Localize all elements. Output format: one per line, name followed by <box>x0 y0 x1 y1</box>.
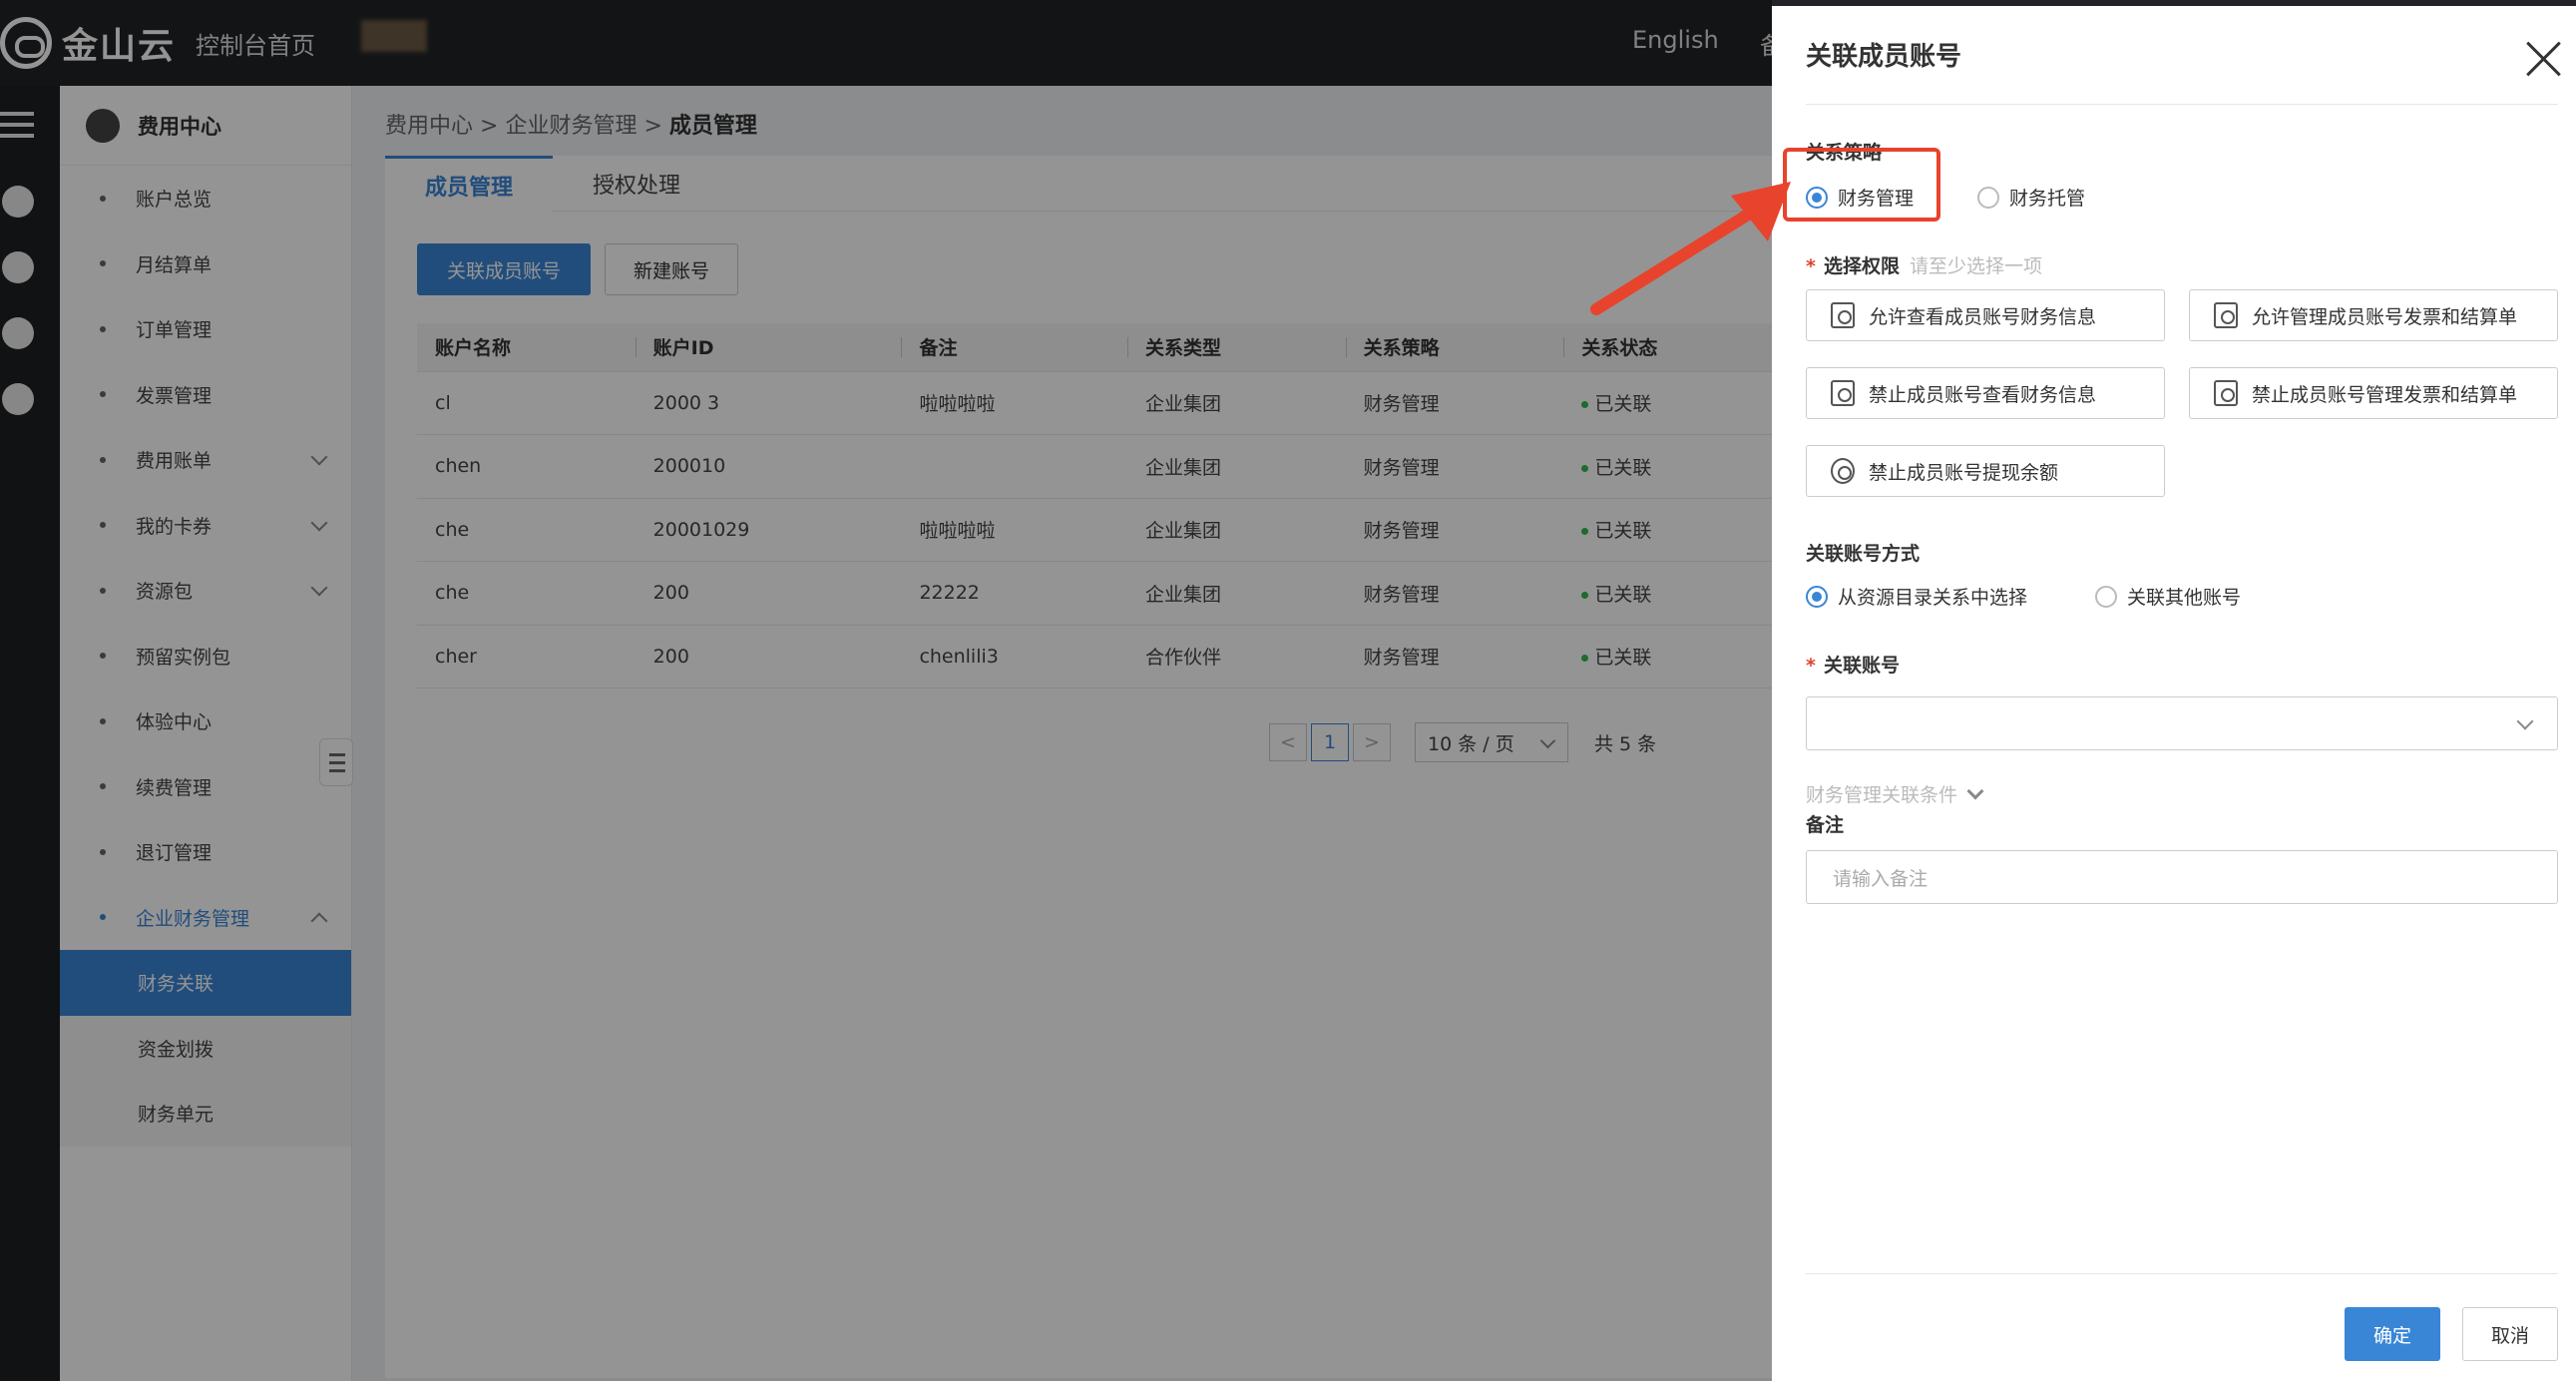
receipt-icon <box>2214 302 2238 328</box>
withdraw-icon <box>1831 458 1855 484</box>
permission-hint: 请至少选择一项 <box>1909 255 2042 277</box>
radio-unchecked-icon <box>1977 186 1999 209</box>
chevron-down-icon <box>1966 782 1984 800</box>
radio-unchecked-icon <box>2095 585 2117 608</box>
blocked-document-icon <box>1831 380 1855 406</box>
modal-overlay[interactable] <box>0 0 1772 1381</box>
blocked-receipt-icon <box>2214 380 2238 406</box>
account-label: * 关联账号 <box>1806 655 1900 677</box>
link-method-radio-directory[interactable]: 从资源目录关系中选择 <box>1806 583 2027 610</box>
divider <box>1806 1273 2558 1274</box>
permission-deny-manage-invoice[interactable]: 禁止成员账号管理发票和结算单 <box>2189 367 2558 419</box>
search-document-icon <box>1831 302 1855 328</box>
condition-toggle[interactable]: 财务管理关联条件 <box>1806 780 1984 807</box>
link-method-radio-other[interactable]: 关联其他账号 <box>2095 583 2241 610</box>
remark-label: 备注 <box>1806 814 1845 836</box>
account-select[interactable] <box>1806 696 2558 750</box>
confirm-button[interactable]: 确定 <box>2345 1307 2440 1361</box>
required-asterisk: * <box>1806 655 1816 677</box>
cancel-button[interactable]: 取消 <box>2462 1307 2558 1361</box>
close-icon[interactable] <box>2524 40 2562 78</box>
radio-checked-icon <box>1806 585 1828 608</box>
permission-deny-withdraw[interactable]: 禁止成员账号提现余额 <box>1806 445 2165 497</box>
strategy-radio-finance-custody[interactable]: 财务托管 <box>1977 184 2085 211</box>
divider <box>1806 104 2558 105</box>
annotation-highlight-box <box>1783 148 1940 222</box>
annotation-arrow-icon <box>1590 182 1791 315</box>
permission-label: * 选择权限 请至少选择一项 <box>1806 255 2042 277</box>
drawer-title: 关联成员账号 <box>1806 42 1962 72</box>
permission-deny-view-finance[interactable]: 禁止成员账号查看财务信息 <box>1806 367 2165 419</box>
required-asterisk: * <box>1806 255 1816 277</box>
permission-allow-view-finance[interactable]: 允许查看成员账号财务信息 <box>1806 289 2165 341</box>
link-method-label: 关联账号方式 <box>1806 543 1921 565</box>
remark-input[interactable]: 请输入备注 <box>1806 850 2558 904</box>
permission-allow-manage-invoice[interactable]: 允许管理成员账号发票和结算单 <box>2189 289 2558 341</box>
